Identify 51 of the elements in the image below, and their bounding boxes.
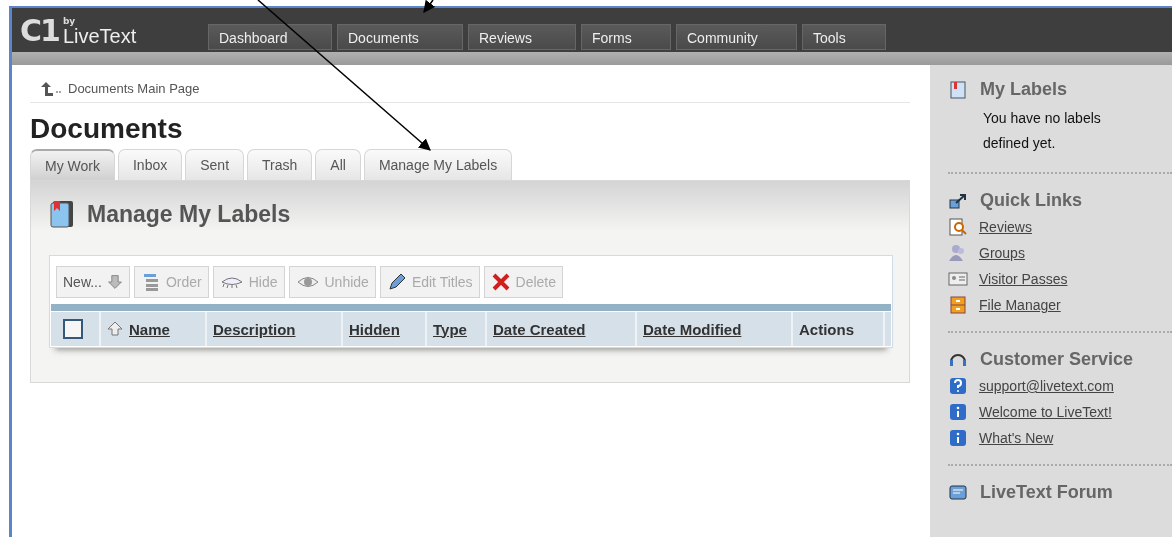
sidebar-link[interactable]: Visitor Passes — [979, 271, 1068, 287]
column-sort-link[interactable]: Date Modified — [643, 320, 742, 338]
section-title: My Labels — [980, 79, 1068, 100]
sidebar-link[interactable]: File Manager — [979, 297, 1061, 313]
tab[interactable]: Trash — [247, 149, 313, 180]
delete-icon — [490, 272, 511, 292]
logo-name: LiveText — [62, 26, 137, 46]
pencil-icon — [386, 272, 407, 292]
logo-by: by — [62, 16, 77, 26]
column-sort-link[interactable]: Type — [433, 320, 467, 338]
toolbar-button[interactable]: New... — [56, 266, 130, 298]
tab[interactable]: Sent — [185, 149, 245, 180]
tab[interactable]: My Work — [30, 149, 115, 180]
select-all-checkbox[interactable] — [63, 319, 83, 339]
id-card-icon — [948, 269, 968, 289]
magnifier-icon — [948, 217, 968, 237]
nav-button[interactable]: Reviews — [468, 24, 576, 50]
panel-title: Manage My Labels — [87, 200, 291, 228]
nav-button[interactable]: Forms — [581, 24, 671, 50]
nav-button[interactable]: Tools — [802, 24, 886, 50]
sidebar-link[interactable]: Reviews — [979, 219, 1032, 235]
column-sort-link[interactable]: Hidden — [349, 320, 400, 338]
section-text: You have no labels defined yet. — [983, 109, 1102, 153]
sidebar-link[interactable]: What's New — [979, 430, 1054, 446]
info-icon — [948, 428, 968, 448]
logo-mark: C1 — [20, 16, 59, 46]
down-arrow-icon — [106, 274, 123, 290]
nav-button[interactable]: Dashboard — [208, 24, 332, 50]
section-title: Customer Service — [980, 349, 1134, 370]
nav-button[interactable]: Community — [676, 24, 797, 50]
tab[interactable]: All — [315, 149, 361, 180]
section-title: Quick Links — [980, 190, 1083, 211]
column-sort-link[interactable]: Date Created — [493, 320, 586, 338]
nav-button[interactable]: Documents — [337, 24, 463, 50]
column-sort-link[interactable]: Description — [213, 320, 296, 338]
cabinet-icon — [948, 295, 968, 315]
sidebar-link[interactable]: Welcome to LiveText! — [979, 404, 1112, 420]
info-icon — [948, 402, 968, 422]
sidebar-link[interactable]: support@livetext.com — [979, 378, 1114, 394]
speech-icon — [948, 482, 968, 503]
book-icon — [948, 79, 968, 100]
tab[interactable]: Inbox — [117, 149, 183, 180]
up-arrow-icon — [40, 81, 62, 96]
breadcrumb-link[interactable]: Documents Main Page — [68, 81, 200, 96]
sidebar-link[interactable]: Groups — [979, 245, 1025, 261]
help-icon — [948, 376, 968, 396]
section-title: LiveText Forum — [980, 482, 1113, 503]
tab[interactable]: Manage My Labels — [363, 149, 513, 180]
page-title: Documents — [30, 113, 184, 145]
column-sort-link[interactable]: Name — [129, 320, 170, 338]
column-label: Actions — [799, 320, 854, 338]
